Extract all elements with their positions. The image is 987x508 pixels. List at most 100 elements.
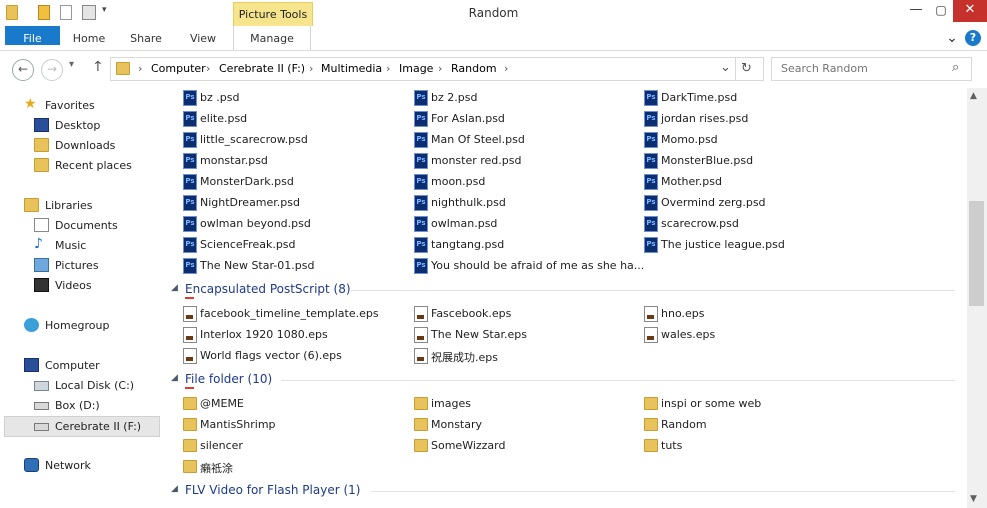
- group-title: FLV Video for Flash Player (1): [185, 483, 361, 497]
- photoshop-file-icon: Ps: [183, 90, 197, 106]
- group-underline-mark: [185, 387, 194, 389]
- nav-item-favorites[interactable]: ★ Favorites: [0, 96, 162, 115]
- file-name: MonsterDark.psd: [200, 175, 294, 188]
- address-bar[interactable]: › Computer › Cerebrate II (F:) › Multime…: [110, 57, 764, 81]
- group-header-flv[interactable]: ◢ FLV Video for Flash Player (1): [171, 481, 961, 501]
- eps-file-icon: [183, 306, 197, 322]
- file-name: bz 2.psd: [431, 91, 478, 104]
- network-icon: [24, 458, 39, 472]
- file-name: 癩祗涂: [200, 462, 233, 475]
- forward-button[interactable]: →: [41, 59, 63, 81]
- folder-icon: [183, 439, 197, 452]
- star-icon: ★: [24, 96, 37, 112]
- nav-item-desktop[interactable]: Desktop: [0, 116, 162, 135]
- scrollbar-thumb[interactable]: [969, 201, 984, 306]
- file-name: moon.psd: [431, 175, 486, 188]
- file-name: wales.eps: [661, 328, 716, 341]
- search-icon[interactable]: ⌕: [952, 60, 959, 75]
- nav-item-network[interactable]: Network: [0, 456, 162, 475]
- collapse-group-icon[interactable]: ◢: [171, 373, 178, 383]
- refresh-icon[interactable]: ↻: [741, 61, 752, 76]
- file-name: hno.eps: [661, 307, 705, 320]
- nav-item-label: Computer: [45, 359, 100, 372]
- nav-item-music[interactable]: ♪ Music: [0, 236, 162, 255]
- nav-item-videos[interactable]: Videos: [0, 276, 162, 295]
- up-button[interactable]: ↑: [92, 59, 104, 75]
- collapse-group-icon[interactable]: ◢: [171, 283, 178, 293]
- close-button[interactable]: ✕: [953, 0, 987, 22]
- folder-icon: [183, 418, 197, 431]
- nav-item-downloads[interactable]: Downloads: [0, 136, 162, 155]
- group-header-eps[interactable]: ◢ Encapsulated PostScript (8): [171, 280, 961, 300]
- address-dropdown-icon[interactable]: ⌄: [720, 60, 731, 75]
- ribbon: File Home Share View Manage ⌄ ?: [0, 26, 987, 51]
- breadcrumb-image[interactable]: Image: [399, 62, 433, 75]
- photoshop-file-icon: Ps: [644, 132, 658, 148]
- maximize-button[interactable]: ▢: [929, 0, 953, 22]
- search-input[interactable]: [779, 61, 953, 76]
- navigation-pane: ★ Favorites Desktop Downloads Recent pla…: [0, 88, 162, 508]
- breadcrumb-computer[interactable]: Computer: [151, 62, 206, 75]
- group-header-folders[interactable]: ◢ File folder (10): [171, 370, 961, 390]
- nav-item-label: Recent places: [55, 159, 132, 172]
- address-row: ← → ▾ ↑ › Computer › Cerebrate II (F:) ›…: [0, 51, 987, 86]
- eps-file-icon: [644, 306, 658, 322]
- nav-item-box-d[interactable]: Box (D:): [0, 396, 162, 415]
- recent-places-icon: [34, 158, 49, 172]
- breadcrumb-random[interactable]: Random: [451, 62, 497, 75]
- folder-icon: [644, 439, 658, 452]
- desktop-icon: [34, 118, 49, 132]
- nav-item-documents[interactable]: Documents: [0, 216, 162, 235]
- nav-item-recent-places[interactable]: Recent places: [0, 156, 162, 175]
- group-title: File folder (10): [185, 372, 273, 386]
- recent-locations-icon[interactable]: ▾: [69, 59, 74, 70]
- file-name: NightDreamer.psd: [200, 196, 300, 209]
- file-name: World flags vector (6).eps: [200, 349, 342, 362]
- photoshop-file-icon: Ps: [644, 111, 658, 127]
- vertical-scrollbar[interactable]: ▲ ▼: [967, 88, 987, 508]
- collapse-ribbon-icon[interactable]: ⌄: [943, 26, 961, 50]
- nav-item-label: Network: [45, 459, 91, 472]
- folder-icon: [414, 418, 428, 431]
- minimize-button[interactable]: —: [903, 0, 929, 22]
- nav-item-label: Desktop: [55, 119, 101, 132]
- tab-view[interactable]: View: [180, 26, 226, 50]
- eps-file-icon: [183, 327, 197, 343]
- nav-item-pictures[interactable]: Pictures: [0, 256, 162, 275]
- folder-icon: [116, 62, 130, 75]
- nav-item-computer[interactable]: Computer: [0, 356, 162, 375]
- nav-item-homegroup[interactable]: Homegroup: [0, 316, 162, 335]
- search-box[interactable]: ⌕: [771, 57, 972, 81]
- file-name: SomeWizzard: [431, 439, 506, 452]
- photoshop-file-icon: Ps: [183, 216, 197, 232]
- nav-item-local-disk-c[interactable]: Local Disk (C:): [0, 376, 162, 395]
- title-bar: ▾ Random Picture Tools — ▢ ✕: [0, 0, 987, 27]
- file-name: The New Star.eps: [431, 328, 527, 341]
- photoshop-file-icon: Ps: [414, 132, 428, 148]
- documents-icon: [34, 218, 49, 232]
- folder-icon: [644, 418, 658, 431]
- file-name: Mother.psd: [661, 175, 722, 188]
- photoshop-file-icon: Ps: [644, 174, 658, 190]
- nav-item-label: Homegroup: [45, 319, 110, 332]
- nav-item-cerebrate-f[interactable]: Cerebrate II (F:): [4, 416, 160, 437]
- scroll-down-icon[interactable]: ▼: [970, 494, 977, 504]
- breadcrumb-cerebrate[interactable]: Cerebrate II (F:): [219, 62, 305, 75]
- help-icon[interactable]: ?: [965, 30, 981, 46]
- file-name: DarkTime.psd: [661, 91, 738, 104]
- downloads-icon: [34, 138, 49, 152]
- tab-file[interactable]: File: [5, 26, 60, 45]
- breadcrumb-separator: ›: [504, 62, 509, 75]
- tab-home[interactable]: Home: [66, 26, 112, 50]
- nav-item-libraries[interactable]: Libraries: [0, 196, 162, 215]
- tab-share[interactable]: Share: [123, 26, 169, 50]
- file-name: monstar.psd: [200, 154, 268, 167]
- breadcrumb-multimedia[interactable]: Multimedia: [321, 62, 382, 75]
- back-button[interactable]: ←: [12, 59, 34, 81]
- collapse-group-icon[interactable]: ◢: [171, 484, 178, 494]
- file-name: For Aslan.psd: [431, 112, 505, 125]
- scroll-up-icon[interactable]: ▲: [970, 91, 977, 101]
- tab-manage[interactable]: Manage: [233, 26, 311, 50]
- group-title: Encapsulated PostScript (8): [185, 282, 351, 296]
- photoshop-file-icon: Ps: [183, 237, 197, 253]
